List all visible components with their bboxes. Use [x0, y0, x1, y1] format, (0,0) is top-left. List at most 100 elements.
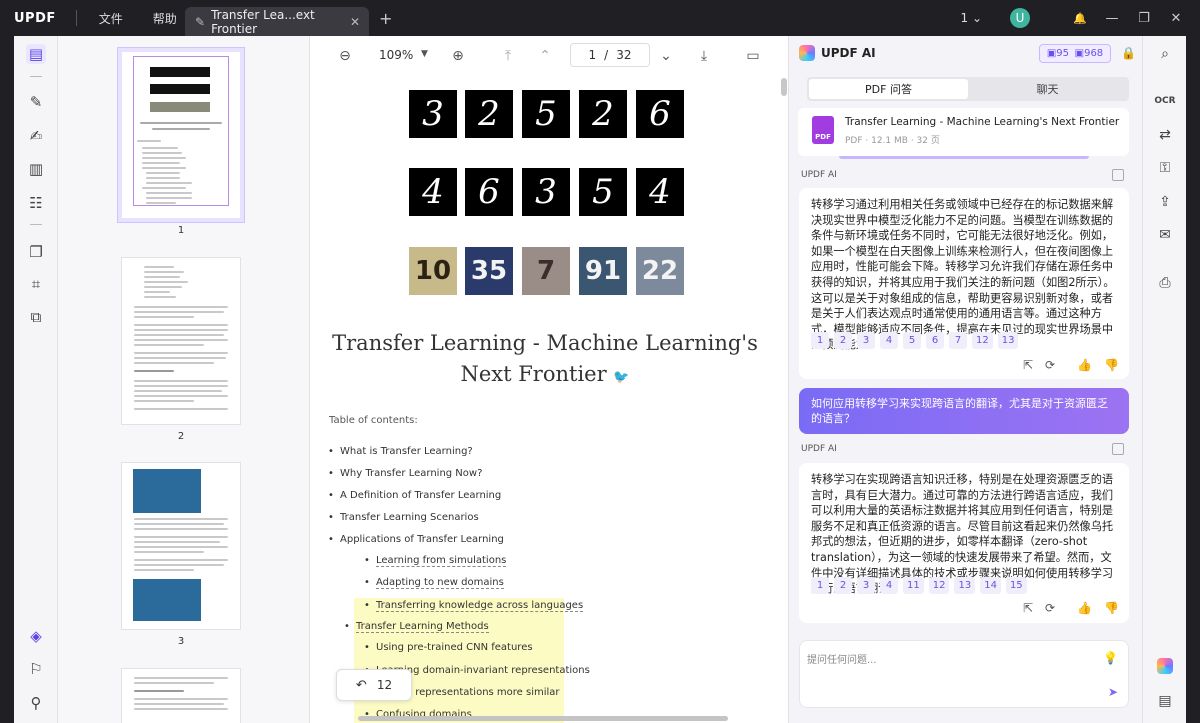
share-icon[interactable]: ⇱ — [1023, 358, 1033, 372]
zoom-in-icon[interactable]: ⊕ — [449, 47, 467, 65]
ai-label: UPDF AI — [801, 444, 837, 454]
ocr-icon[interactable]: OCR — [1154, 91, 1175, 111]
reference-chip[interactable]: 15 — [1005, 577, 1027, 594]
window-close-button[interactable]: ✕ — [1160, 11, 1192, 26]
toc-item[interactable]: Applications of Transfer Learning — [328, 534, 504, 545]
crop-icon[interactable]: ⌗ — [26, 274, 46, 294]
tab-pdf-qa[interactable]: PDF 问答 — [809, 79, 968, 99]
share-icon[interactable]: ⇱ — [1023, 601, 1033, 615]
comment-icon[interactable]: ✎ — [26, 92, 46, 112]
page-selector-dropdown[interactable]: 1 ⌄ — [960, 11, 982, 25]
next-page-icon[interactable]: ⌄ — [657, 47, 675, 65]
toc-subitem[interactable]: Using pre-trained CNN features — [364, 642, 533, 653]
reference-chip[interactable]: 1 — [811, 332, 829, 349]
zoom-out-icon[interactable]: ⊖ — [336, 47, 354, 65]
reference-chip[interactable]: 4 — [880, 577, 898, 594]
thumbnail-page-1[interactable] — [122, 52, 240, 218]
thumbs-up-icon[interactable]: 👍 — [1077, 601, 1092, 615]
organize-pages-icon[interactable]: ❐ — [26, 242, 46, 262]
minimize-button[interactable]: — — [1096, 11, 1128, 26]
page-layout-icon[interactable]: ▥ — [26, 159, 46, 179]
edit-pdf-icon[interactable]: ✍ — [26, 126, 46, 146]
toc-subitem[interactable]: Adapting to new domains — [364, 577, 504, 589]
previous-page-icon[interactable]: ⌃ — [536, 47, 554, 65]
regenerate-icon[interactable]: ⟳ — [1045, 601, 1055, 615]
copy-icon[interactable] — [1112, 169, 1124, 181]
toc-subitem[interactable]: Learning from simulations — [364, 555, 507, 567]
question-input[interactable]: 提问任何问题... 💡 ➤ — [799, 640, 1129, 708]
divider — [30, 76, 42, 77]
toc-item[interactable]: A Definition of Transfer Learning — [328, 490, 501, 501]
reference-chip[interactable]: 7 — [949, 332, 967, 349]
horizontal-scrollbar[interactable] — [358, 716, 728, 721]
reference-chip[interactable]: 2 — [834, 577, 852, 594]
send-icon[interactable]: ➤ — [1108, 685, 1118, 699]
reference-chip[interactable]: 6 — [926, 332, 944, 349]
digit-image: 6 — [636, 90, 684, 138]
reader-icon[interactable]: ▤ — [26, 44, 46, 64]
toc-item[interactable]: What is Transfer Learning? — [328, 446, 473, 457]
regenerate-icon[interactable]: ⟳ — [1045, 358, 1055, 372]
back-button[interactable]: ↶ 12 — [336, 669, 412, 701]
toc-item[interactable]: Why Transfer Learning Now? — [328, 468, 482, 479]
reference-chip[interactable]: 5 — [903, 332, 921, 349]
convert-file-icon[interactable]: ⇄ — [1155, 125, 1175, 145]
credits-badge[interactable]: ▣95 ▣968 — [1039, 44, 1111, 63]
reference-chip[interactable]: 11 — [903, 577, 924, 594]
first-page-icon[interactable]: ⤒ — [499, 47, 517, 65]
reference-chip[interactable]: 14 — [980, 577, 1001, 594]
zoom-level[interactable]: 109% — [379, 48, 413, 62]
toc-item[interactable]: Transfer Learning Methods — [344, 621, 489, 633]
reference-chip[interactable]: 12 — [928, 577, 950, 594]
presentation-icon[interactable]: ▭ — [744, 47, 762, 65]
thumbs-up-icon[interactable]: 👍 — [1077, 358, 1092, 372]
ai-panel-title: UPDF AI — [821, 46, 876, 60]
prompt-ideas-icon[interactable]: 💡 — [1103, 651, 1118, 665]
share-file-icon[interactable]: ⇪ — [1155, 192, 1175, 212]
attachment-icon[interactable]: ⚲ — [26, 693, 46, 713]
reference-chip[interactable]: 13 — [997, 332, 1019, 349]
last-page-icon[interactable]: ⤓ — [695, 47, 713, 65]
form-icon[interactable]: ☷ — [26, 193, 46, 213]
save-icon[interactable]: ⎙ — [1155, 273, 1175, 293]
thumbs-down-icon[interactable]: 👎 — [1104, 601, 1119, 615]
document-tab[interactable]: ✎ Transfer Lea...ext Frontier ✕ — [185, 7, 369, 36]
convert-icon[interactable]: ⧉ — [26, 307, 46, 327]
user-avatar[interactable]: U — [1010, 8, 1030, 28]
layers-icon[interactable]: ◈ — [26, 626, 46, 646]
thumbnail-page-3[interactable] — [122, 463, 240, 629]
toc-subitem[interactable]: Transferring knowledge across languages — [364, 600, 584, 612]
new-tab-button[interactable]: + — [379, 9, 392, 28]
reference-chip[interactable]: 1 — [811, 577, 829, 594]
menu-file[interactable]: 文件 — [99, 10, 123, 27]
zoom-dropdown-icon[interactable]: ▼ — [421, 49, 428, 59]
lock-icon[interactable]: 🔒 — [1121, 46, 1136, 60]
restore-button[interactable]: ❐ — [1128, 11, 1160, 26]
menu-help[interactable]: 帮助 — [153, 10, 177, 27]
notification-bell-icon[interactable]: 🔔 — [1064, 12, 1096, 25]
bookmark-icon[interactable]: ⚐ — [26, 659, 46, 679]
updf-ai-icon[interactable] — [1157, 658, 1173, 674]
reference-chip[interactable]: 2 — [834, 332, 852, 349]
page-number-input[interactable]: 1 / 32 — [570, 43, 650, 67]
search-icon[interactable]: ⌕ — [1155, 44, 1175, 64]
thumbnail-page-2[interactable] — [122, 258, 240, 424]
reference-chip[interactable]: 12 — [972, 332, 993, 349]
thumbnail-page-4[interactable] — [122, 669, 240, 723]
toc-item[interactable]: Transfer Learning Scenarios — [328, 512, 479, 523]
reference-chip[interactable]: 4 — [880, 332, 898, 349]
vertical-scrollbar[interactable] — [781, 78, 787, 96]
file-card[interactable]: PDF Transfer Learning - Machine Learning… — [798, 108, 1129, 156]
protect-file-icon[interactable]: ⚿ — [1155, 158, 1175, 178]
close-tab-icon[interactable]: ✕ — [350, 15, 360, 29]
email-icon[interactable]: ✉ — [1155, 225, 1175, 245]
reference-chip[interactable]: 13 — [954, 577, 976, 594]
thumbs-down-icon[interactable]: 👎 — [1104, 358, 1119, 372]
app-logo: UPDF — [14, 10, 56, 26]
comments-icon[interactable]: ▤ — [1155, 691, 1175, 711]
reference-chip[interactable]: 3 — [857, 577, 875, 594]
twitter-bird-icon[interactable]: 🐦 — [613, 370, 629, 385]
tab-chat[interactable]: 聊天 — [968, 79, 1127, 99]
reference-chip[interactable]: 3 — [857, 332, 875, 349]
copy-icon[interactable] — [1112, 443, 1124, 455]
